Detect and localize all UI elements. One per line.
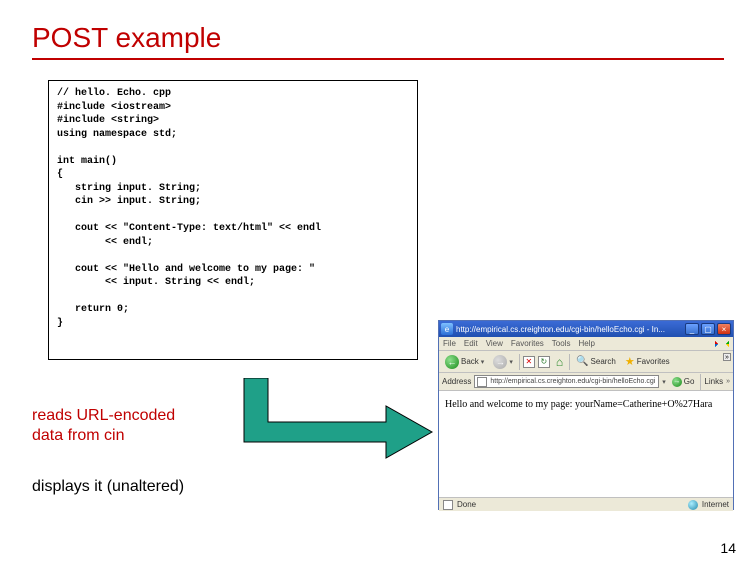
browser-titlebar: e http://empirical.cs.creighton.edu/cgi-… <box>439 321 733 337</box>
status-done: Done <box>457 500 476 509</box>
toolbar-separator <box>700 374 701 390</box>
toolbar-expand-button[interactable]: » <box>723 353 731 361</box>
links-label[interactable]: Links <box>704 377 723 386</box>
minimize-button[interactable]: _ <box>685 323 699 335</box>
caption-displays: displays it (unaltered) <box>32 478 184 496</box>
favorites-label: Favorites <box>637 357 670 366</box>
menu-file[interactable]: File <box>443 339 456 348</box>
browser-content: Hello and welcome to my page: yourName=C… <box>439 391 733 497</box>
go-label: Go <box>684 377 695 386</box>
browser-window: e http://empirical.cs.creighton.edu/cgi-… <box>438 320 734 510</box>
menu-tools[interactable]: Tools <box>552 339 571 348</box>
home-icon: ⌂ <box>556 355 563 369</box>
title-underline <box>32 58 724 60</box>
page-number: 14 <box>720 540 736 556</box>
menu-edit[interactable]: Edit <box>464 339 478 348</box>
address-bar: Address http://empirical.cs.creighton.ed… <box>439 373 733 391</box>
toolbar-separator <box>519 354 520 370</box>
menu-view[interactable]: View <box>486 339 503 348</box>
address-input[interactable]: http://empirical.cs.creighton.edu/cgi-bi… <box>474 375 659 388</box>
back-icon: ← <box>445 355 459 369</box>
internet-zone-icon <box>688 500 698 510</box>
favorites-button[interactable]: ★ Favorites <box>622 354 673 369</box>
chevron-down-icon: ▾ <box>481 358 485 366</box>
home-button[interactable]: ⌂ <box>553 354 566 370</box>
chevron-down-icon: ▾ <box>509 358 513 366</box>
back-label: Back <box>461 357 479 366</box>
close-button[interactable]: × <box>717 323 731 335</box>
maximize-button[interactable]: ▢ <box>701 323 715 335</box>
chevron-right-icon[interactable]: » <box>726 378 730 385</box>
browser-toolbar: ← Back ▾ → ▾ ✕ ↻ ⌂ 🔍 Search ★ Favorites <box>439 351 733 373</box>
menu-favorites[interactable]: Favorites <box>511 339 544 348</box>
back-button[interactable]: ← Back ▾ <box>442 354 487 370</box>
search-button[interactable]: 🔍 Search <box>573 355 619 368</box>
status-zone: Internet <box>702 500 729 509</box>
go-icon: → <box>672 377 682 387</box>
browser-title-text: http://empirical.cs.creighton.edu/cgi-bi… <box>456 325 683 334</box>
chevron-down-icon[interactable]: ▾ <box>662 378 666 386</box>
search-label: Search <box>591 357 616 366</box>
windows-flag-icon <box>715 338 729 350</box>
stop-button[interactable]: ✕ <box>523 356 535 368</box>
caption-reads-line2: data from cin <box>32 427 124 444</box>
browser-menubar: File Edit View Favorites Tools Help <box>439 337 733 351</box>
code-listing: // hello. Echo. cpp #include <iostream> … <box>48 80 418 360</box>
address-value: http://empirical.cs.creighton.edu/cgi-bi… <box>490 378 655 385</box>
ie-icon: e <box>441 323 453 335</box>
address-label: Address <box>442 377 471 386</box>
caption-reads: reads URL-encoded data from cin <box>32 406 175 446</box>
forward-button[interactable]: → ▾ <box>490 354 516 370</box>
page-icon <box>477 377 487 387</box>
refresh-button[interactable]: ↻ <box>538 356 550 368</box>
toolbar-separator <box>569 354 570 370</box>
menu-help[interactable]: Help <box>578 339 594 348</box>
go-button[interactable]: → Go <box>669 377 698 387</box>
star-icon: ★ <box>625 355 635 368</box>
search-icon: 🔍 <box>576 356 588 367</box>
arrow-icon <box>234 378 434 468</box>
page-icon <box>443 500 453 510</box>
caption-reads-line1: reads URL-encoded <box>32 407 175 424</box>
forward-icon: → <box>493 355 507 369</box>
slide-title: POST example <box>32 22 221 54</box>
browser-statusbar: Done Internet <box>439 497 733 511</box>
